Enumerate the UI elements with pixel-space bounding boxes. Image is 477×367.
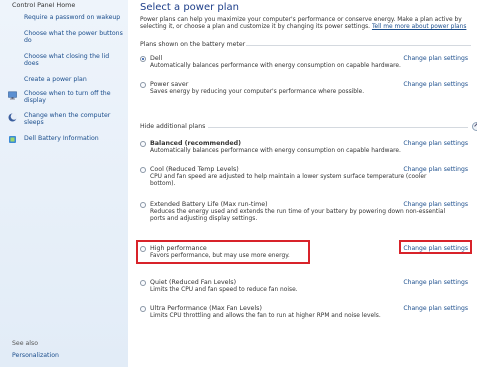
plan-description: Limits CPU throttling and allows the fan…	[150, 313, 381, 319]
sidebar: Control Panel Home Require a password on…	[0, 0, 128, 367]
plan-name: Balanced (recommended)	[150, 140, 241, 147]
plan-name: Quiet (Reduced Fan Levels)	[150, 279, 237, 286]
change-plan-settings-link[interactable]: Change plan settings	[403, 55, 468, 62]
plan-name: Dell	[150, 55, 163, 62]
sidebar-item-power-buttons[interactable]: Choose what the power buttons do	[24, 30, 124, 45]
plan-description: Reduces the energy used and extends the …	[150, 209, 446, 223]
monitor-icon	[8, 91, 17, 100]
plan-name: Ultra Performance (Max Fan Levels)	[150, 305, 262, 312]
plan-description: CPU and fan speed are adjusted to help m…	[150, 174, 427, 188]
tell-me-more-link[interactable]: Tell me more about power plans	[372, 24, 466, 30]
change-plan-settings-link[interactable]: Change plan settings	[403, 166, 468, 173]
plan-radio-dell[interactable]	[140, 56, 146, 62]
plan-radio-power-saver[interactable]	[140, 82, 146, 88]
section-battery-meter-plans: Plans shown on the battery meter	[140, 41, 246, 48]
section-divider	[246, 45, 471, 46]
sidebar-item-create-plan[interactable]: Create a power plan	[24, 76, 124, 83]
moon-icon	[8, 113, 17, 122]
intro-text: Power plans can help you maximize your c…	[140, 17, 470, 32]
plan-radio-balanced[interactable]	[140, 141, 146, 147]
plan-name: Cool (Reduced Temp Levels)	[150, 166, 239, 173]
sidebar-item-closing-lid[interactable]: Choose what closing the lid does	[24, 53, 124, 68]
change-plan-settings-link[interactable]: Change plan settings	[403, 201, 468, 208]
change-plan-settings-link[interactable]: Change plan settings	[403, 305, 468, 312]
section-hide-additional-plans[interactable]: Hide additional plans	[140, 123, 205, 130]
sidebar-item-turn-off-display[interactable]: Choose when to turn off the display	[24, 90, 124, 105]
plan-radio-ultra-performance[interactable]	[140, 306, 146, 312]
plan-name: Power saver	[150, 81, 189, 88]
highlight-box-plan	[136, 240, 310, 264]
see-also-heading: See also	[12, 340, 39, 347]
plan-description: Automatically balances performance with …	[150, 148, 401, 154]
change-plan-settings-link[interactable]: Change plan settings	[403, 279, 468, 286]
change-plan-settings-link[interactable]: Change plan settings	[403, 81, 468, 88]
battery-icon	[9, 136, 16, 143]
main-content: Select a power plan Power plans can help…	[128, 0, 477, 367]
sidebar-item-computer-sleeps[interactable]: Change when the computer sleeps	[24, 112, 124, 127]
personalization-link[interactable]: Personalization	[12, 352, 59, 359]
sidebar-item-dell-battery[interactable]: Dell Battery Information	[24, 135, 124, 142]
collapse-chevron-icon[interactable]	[472, 122, 477, 131]
plan-radio-quiet[interactable]	[140, 280, 146, 286]
plan-radio-cool[interactable]	[140, 167, 146, 173]
plan-description: Limits the CPU and fan speed to reduce f…	[150, 287, 298, 293]
highlight-box-settings	[399, 240, 472, 254]
section-divider	[208, 127, 468, 128]
control-panel-home-link[interactable]: Control Panel Home	[12, 1, 75, 9]
plan-description: Automatically balances performance with …	[150, 63, 401, 69]
sidebar-item-require-password[interactable]: Require a password on wakeup	[24, 14, 124, 21]
plan-radio-extended-battery[interactable]	[140, 202, 146, 208]
plan-description: Saves energy by reducing your computer's…	[150, 89, 365, 95]
page-title: Select a power plan	[140, 2, 240, 13]
plan-name: Extended Battery Life (Max run-time)	[150, 201, 268, 208]
change-plan-settings-link[interactable]: Change plan settings	[403, 140, 468, 147]
